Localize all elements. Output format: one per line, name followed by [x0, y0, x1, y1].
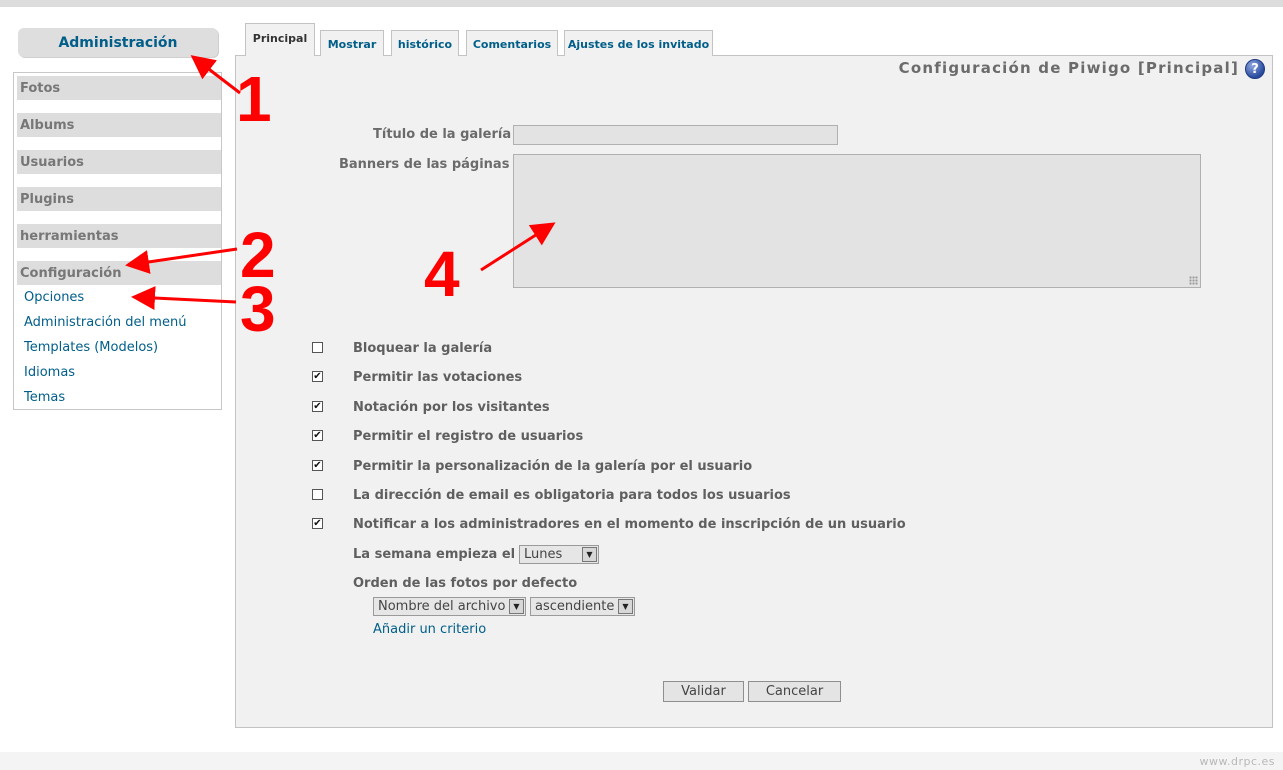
footer-band	[0, 752, 1283, 770]
menu-link-administracion-menu[interactable]: Administración del menú	[24, 315, 186, 330]
dropdown-arrow-icon: ▼	[582, 547, 597, 562]
option-label-notacion: Notación por los visitantes	[353, 400, 550, 415]
menu-section-fotos[interactable]: Fotos	[17, 76, 221, 100]
annotation-number-4: 4	[424, 238, 460, 310]
dropdown-arrow-icon: ▼	[509, 599, 524, 614]
option-label-email: La dirección de email es obligatoria par…	[353, 488, 791, 503]
checkbox-notificar-admins[interactable]: ✔	[312, 518, 323, 529]
option-label-votaciones: Permitir las votaciones	[353, 370, 523, 385]
checkbox-email-obligatorio[interactable]	[312, 489, 323, 500]
sort-direction-select[interactable]: ascendiente ▼	[530, 597, 635, 616]
option-label-notificar: Notificar a los administradores en el mo…	[353, 517, 906, 532]
menu-section-herramientas[interactable]: herramientas	[17, 224, 221, 248]
tab-ajustes-invitado[interactable]: Ajustes de los invitado	[564, 30, 713, 56]
admin-menu: Fotos Albums Usuarios Plugins herramient…	[13, 72, 222, 410]
tab-mostrar[interactable]: Mostrar	[320, 30, 384, 56]
add-criteria-link[interactable]: Añadir un criterio	[373, 622, 486, 637]
option-label-personalizacion: Permitir la personalización de la galerí…	[353, 459, 753, 474]
help-icon[interactable]: ?	[1245, 59, 1265, 79]
week-start-label: La semana empieza el	[353, 547, 516, 562]
annotation-number-1: 1	[236, 63, 272, 135]
sort-order-label: Orden de las fotos por defecto	[353, 576, 578, 591]
validar-button[interactable]: Validar	[663, 681, 744, 702]
checkbox-bloquear-galeria[interactable]	[312, 342, 323, 353]
week-start-select[interactable]: Lunes ▼	[519, 545, 599, 564]
checkbox-notacion-visitantes[interactable]: ✔	[312, 401, 323, 412]
banner-textarea[interactable]	[513, 154, 1201, 288]
page-title: Configuración de Piwigo [Principal]	[898, 59, 1239, 77]
dropdown-arrow-icon: ▼	[618, 599, 633, 614]
menu-section-usuarios[interactable]: Usuarios	[17, 150, 221, 174]
watermark: www.drpc.es	[1199, 755, 1275, 768]
checkbox-personalizacion[interactable]: ✔	[312, 460, 323, 471]
menu-section-plugins[interactable]: Plugins	[17, 187, 221, 211]
menu-link-templates[interactable]: Templates (Modelos)	[24, 340, 158, 355]
banner-label: Banners de las páginas	[339, 157, 510, 172]
menu-link-temas[interactable]: Temas	[24, 390, 65, 405]
annotation-number-3: 3	[240, 273, 276, 345]
gallery-title-input[interactable]	[513, 125, 838, 145]
admin-home-button[interactable]: Administración	[18, 28, 218, 57]
menu-link-idiomas[interactable]: Idiomas	[24, 365, 75, 380]
tab-historico[interactable]: histórico	[391, 30, 459, 56]
menu-section-albums[interactable]: Albums	[17, 113, 221, 137]
menu-link-opciones[interactable]: Opciones	[24, 290, 84, 305]
cancelar-button[interactable]: Cancelar	[748, 681, 841, 702]
tab-comentarios[interactable]: Comentarios	[466, 30, 558, 56]
sort-field-value: Nombre del archivo	[378, 599, 506, 614]
checkbox-permitir-votaciones[interactable]: ✔	[312, 371, 323, 382]
gallery-title-label: Título de la galería	[373, 127, 512, 142]
resize-grip-icon[interactable]	[1189, 276, 1198, 285]
option-label-bloquear: Bloquear la galería	[353, 341, 493, 356]
sort-field-select[interactable]: Nombre del archivo ▼	[373, 597, 526, 616]
menu-section-configuracion[interactable]: Configuración	[17, 261, 221, 285]
option-label-registro: Permitir el registro de usuarios	[353, 429, 584, 444]
top-bar	[0, 0, 1283, 7]
week-start-value: Lunes	[524, 547, 563, 562]
checkbox-registro-usuarios[interactable]: ✔	[312, 430, 323, 441]
sort-direction-value: ascendiente	[535, 599, 615, 614]
tab-principal[interactable]: Principal	[245, 23, 315, 56]
